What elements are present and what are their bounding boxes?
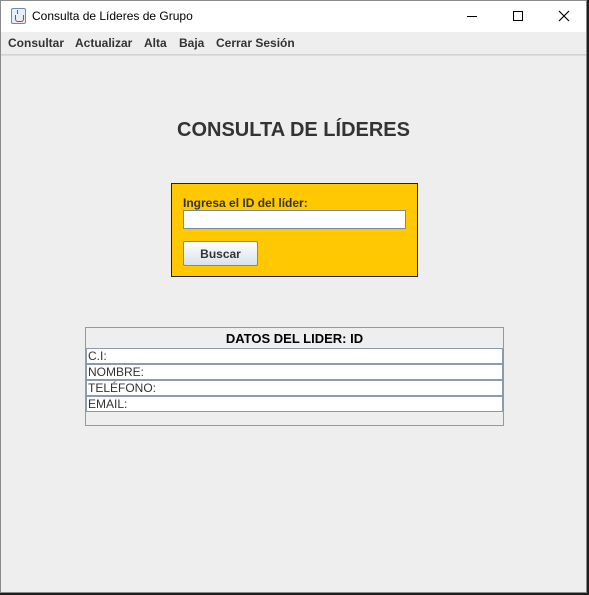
minimize-icon — [467, 16, 477, 17]
menu-actualizar[interactable]: Actualizar — [75, 36, 132, 50]
leader-id-label: Ingresa el ID del líder: — [183, 196, 308, 210]
details-header: DATOS DEL LIDER: ID — [225, 331, 364, 346]
leader-details-table: DATOS DEL LIDER: ID C.I: NOMBRE: TELÉFON… — [85, 327, 504, 426]
menu-baja[interactable]: Baja — [179, 36, 204, 50]
close-icon — [558, 10, 570, 22]
field-nombre: NOMBRE: — [86, 364, 503, 380]
field-ci: C.I: — [86, 348, 503, 364]
window-title: Consulta de Líderes de Grupo — [32, 9, 193, 23]
field-telefono: TELÉFONO: — [86, 380, 503, 396]
minimize-button[interactable] — [449, 1, 495, 32]
menu-alta[interactable]: Alta — [144, 36, 167, 50]
java-app-icon — [11, 8, 26, 24]
app-window: Consulta de Líderes de Grupo Consultar A… — [0, 0, 587, 593]
menu-bar: Consultar Actualizar Alta Baja Cerrar Se… — [1, 32, 586, 55]
menu-divider — [1, 55, 586, 56]
search-button[interactable]: Buscar — [183, 241, 258, 266]
close-button[interactable] — [541, 1, 587, 32]
title-bar[interactable]: Consulta de Líderes de Grupo — [1, 1, 586, 32]
menu-consultar[interactable]: Consultar — [8, 36, 64, 50]
field-email: EMAIL: — [86, 396, 503, 412]
leader-id-input[interactable] — [183, 210, 406, 229]
menu-cerrar-sesion[interactable]: Cerrar Sesión — [216, 36, 295, 50]
search-panel: Ingresa el ID del líder: Buscar — [171, 183, 418, 277]
maximize-icon — [513, 11, 523, 21]
page-title: CONSULTA DE LÍDERES — [177, 119, 410, 141]
maximize-button[interactable] — [495, 1, 541, 32]
